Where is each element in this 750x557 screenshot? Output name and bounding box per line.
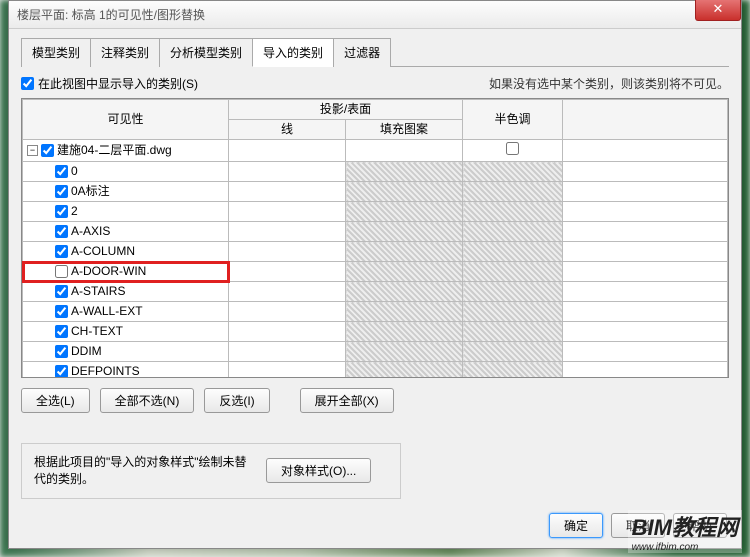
table-row[interactable]: A-WALL-EXT: [23, 302, 728, 322]
row-label: CH-TEXT: [71, 324, 123, 339]
row-checkbox[interactable]: [55, 305, 68, 318]
ok-button[interactable]: 确定: [549, 513, 603, 538]
row-checkbox[interactable]: [55, 325, 68, 338]
row-label: 0A标注: [71, 184, 110, 199]
row-label: A-STAIRS: [71, 284, 125, 299]
table-row[interactable]: − 建施04-二层平面.dwg: [23, 140, 728, 162]
cancel-button[interactable]: 取消: [611, 513, 665, 538]
table-row[interactable]: CH-TEXT: [23, 322, 728, 342]
top-row: 在此视图中显示导入的类别(S) 如果没有选中某个类别，则该类别将不可见。: [21, 75, 729, 92]
help-button[interactable]: 帮助: [673, 513, 727, 538]
show-imported-text: 在此视图中显示导入的类别(S): [38, 75, 198, 92]
expander-icon[interactable]: −: [27, 145, 38, 156]
tab-bar: 模型类别 注释类别 分析模型类别 导入的类别 过滤器: [21, 37, 729, 67]
note-text: 根据此项目的"导入的对象样式"绘制未替代的类别。: [34, 454, 254, 488]
row-checkbox[interactable]: [55, 205, 68, 218]
table-row[interactable]: DEFPOINTS: [23, 362, 728, 379]
dialog-buttons: 确定 取消 帮助: [549, 513, 727, 538]
row-checkbox[interactable]: [55, 345, 68, 358]
invert-button[interactable]: 反选(I): [204, 388, 269, 413]
window-title: 楼层平面: 标高 1的可见性/图形替换: [17, 6, 205, 23]
object-styles-button[interactable]: 对象样式(O)...: [266, 458, 371, 483]
table-row[interactable]: 0: [23, 162, 728, 182]
th-line: 线: [229, 120, 346, 140]
row-checkbox[interactable]: [55, 245, 68, 258]
table-row[interactable]: A-COLUMN: [23, 242, 728, 262]
category-table: 可见性 投影/表面 半色调 线 填充图案 − 建施04-二层平面.dwg 0 0A标注…: [22, 99, 728, 378]
row-label: 2: [71, 204, 78, 219]
titlebar: 楼层平面: 标高 1的可见性/图形替换 ✕: [9, 1, 741, 29]
tab-imported[interactable]: 导入的类别: [252, 38, 334, 67]
row-checkbox[interactable]: [55, 265, 68, 278]
th-fill: 填充图案: [346, 120, 463, 140]
th-visibility: 可见性: [23, 100, 229, 140]
row-label: 建施04-二层平面.dwg: [57, 143, 172, 158]
expand-all-button[interactable]: 展开全部(X): [300, 388, 394, 413]
table-row[interactable]: 0A标注: [23, 182, 728, 202]
row-label: 0: [71, 164, 78, 179]
table-row[interactable]: A-DOOR-WIN: [23, 262, 728, 282]
row-label: A-DOOR-WIN: [71, 264, 146, 279]
info-text: 如果没有选中某个类别，则该类别将不可见。: [489, 75, 729, 92]
dialog-window: 楼层平面: 标高 1的可见性/图形替换 ✕ 模型类别 注释类别 分析模型类别 导…: [8, 0, 742, 549]
row-checkbox[interactable]: [41, 144, 54, 157]
row-checkbox[interactable]: [55, 285, 68, 298]
row-label: DDIM: [71, 344, 102, 359]
show-imported-label[interactable]: 在此视图中显示导入的类别(S): [21, 75, 198, 92]
table-row[interactable]: A-AXIS: [23, 222, 728, 242]
tab-filters[interactable]: 过滤器: [333, 38, 391, 67]
th-rest: [563, 100, 728, 140]
tab-annotation[interactable]: 注释类别: [90, 38, 160, 67]
th-halftone: 半色调: [463, 100, 563, 140]
table-row[interactable]: A-STAIRS: [23, 282, 728, 302]
category-table-wrap: 可见性 投影/表面 半色调 线 填充图案 − 建施04-二层平面.dwg 0 0A标注…: [21, 98, 729, 378]
row-checkbox[interactable]: [55, 225, 68, 238]
tab-analytical[interactable]: 分析模型类别: [159, 38, 253, 67]
row-label: A-COLUMN: [71, 244, 135, 259]
tab-model[interactable]: 模型类别: [21, 38, 91, 67]
row-label: A-AXIS: [71, 224, 110, 239]
select-none-button[interactable]: 全部不选(N): [100, 388, 195, 413]
row-label: DEFPOINTS: [71, 364, 140, 378]
selection-buttons: 全选(L) 全部不选(N) 反选(I) 展开全部(X): [21, 388, 729, 413]
show-imported-checkbox[interactable]: [21, 77, 34, 90]
dialog-content: 模型类别 注释类别 分析模型类别 导入的类别 过滤器 在此视图中显示导入的类别(…: [9, 29, 741, 507]
row-label: A-WALL-EXT: [71, 304, 143, 319]
note-box: 根据此项目的"导入的对象样式"绘制未替代的类别。 对象样式(O)...: [21, 443, 401, 499]
close-button[interactable]: ✕: [695, 0, 741, 21]
row-checkbox[interactable]: [55, 365, 68, 378]
th-projection: 投影/表面: [229, 100, 463, 120]
row-checkbox[interactable]: [55, 185, 68, 198]
halftone-checkbox[interactable]: [506, 142, 519, 155]
table-row[interactable]: DDIM: [23, 342, 728, 362]
row-checkbox[interactable]: [55, 165, 68, 178]
table-row[interactable]: 2: [23, 202, 728, 222]
select-all-button[interactable]: 全选(L): [21, 388, 90, 413]
